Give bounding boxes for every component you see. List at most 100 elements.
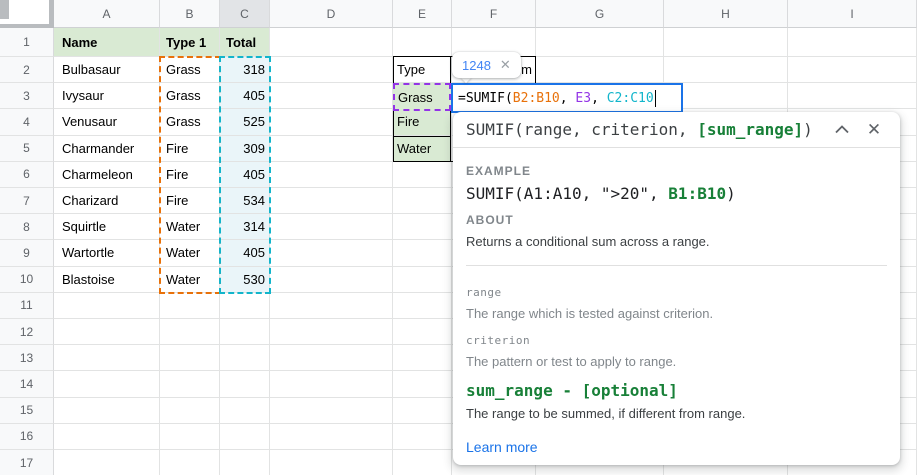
cell-D5[interactable] (270, 136, 393, 162)
row-header-17[interactable]: 17 (0, 450, 54, 475)
dismiss-icon[interactable]: ✕ (500, 57, 511, 73)
cell-C15[interactable] (220, 398, 270, 424)
row-header-3[interactable]: 3 (0, 83, 54, 109)
row-header-5[interactable]: 5 (0, 136, 54, 162)
cell-E14[interactable] (393, 371, 452, 397)
row-header-16[interactable]: 16 (0, 424, 54, 450)
cell-C6[interactable]: 405 (220, 162, 270, 188)
cell-A8[interactable]: Squirtle (54, 214, 160, 240)
cell-E9[interactable] (393, 240, 452, 266)
cell-I3[interactable] (788, 83, 917, 109)
cell-B5[interactable]: Fire (160, 136, 220, 162)
row-header-15[interactable]: 15 (0, 398, 54, 424)
cell-C4[interactable]: 525 (220, 109, 270, 135)
cell-D15[interactable] (270, 398, 393, 424)
cell-B7[interactable]: Fire (160, 188, 220, 214)
row-header-14[interactable]: 14 (0, 371, 54, 397)
cell-D3[interactable] (270, 83, 393, 109)
cell-A4[interactable]: Venusaur (54, 109, 160, 135)
cell-C2[interactable]: 318 (220, 57, 270, 83)
cell-E17[interactable] (393, 450, 452, 475)
cell-E2[interactable]: Type (393, 57, 452, 83)
cell-G1[interactable] (536, 28, 664, 57)
row-header-13[interactable]: 13 (0, 345, 54, 371)
cell-E16[interactable] (393, 424, 452, 450)
cell-B2[interactable]: Grass (160, 57, 220, 83)
cell-D4[interactable] (270, 109, 393, 135)
cell-A12[interactable] (54, 319, 160, 345)
cell-A1[interactable]: Name (54, 28, 160, 57)
cell-D7[interactable] (270, 188, 393, 214)
cell-E12[interactable] (393, 319, 452, 345)
cell-D11[interactable] (270, 293, 393, 319)
cell-C10[interactable]: 530 (220, 267, 270, 293)
row-header-8[interactable]: 8 (0, 214, 54, 240)
row-header-11[interactable]: 11 (0, 293, 54, 319)
cell-A15[interactable] (54, 398, 160, 424)
column-header-D[interactable]: D (270, 0, 393, 28)
cell-E4[interactable]: Fire (393, 109, 452, 135)
column-header-B[interactable]: B (160, 0, 220, 28)
cell-B17[interactable] (160, 450, 220, 475)
cell-A7[interactable]: Charizard (54, 188, 160, 214)
cell-D1[interactable] (270, 28, 393, 57)
cell-B6[interactable]: Fire (160, 162, 220, 188)
row-header-6[interactable]: 6 (0, 162, 54, 188)
criterion-cell-E3[interactable]: Grass (393, 83, 451, 111)
cell-A3[interactable]: Ivysaur (54, 83, 160, 109)
cell-A6[interactable]: Charmeleon (54, 162, 160, 188)
cell-G2[interactable] (536, 57, 664, 83)
cell-I1[interactable] (788, 28, 917, 57)
cell-H1[interactable] (664, 28, 788, 57)
cell-H2[interactable] (664, 57, 788, 83)
cell-B8[interactable]: Water (160, 214, 220, 240)
cell-B14[interactable] (160, 371, 220, 397)
learn-more-link[interactable]: Learn more (466, 439, 538, 455)
cell-D14[interactable] (270, 371, 393, 397)
cell-B1[interactable]: Type 1 (160, 28, 220, 57)
cell-D10[interactable] (270, 267, 393, 293)
column-header-C[interactable]: C (220, 0, 270, 28)
cell-C5[interactable]: 309 (220, 136, 270, 162)
cell-E11[interactable] (393, 293, 452, 319)
cell-C11[interactable] (220, 293, 270, 319)
cell-B11[interactable] (160, 293, 220, 319)
cell-A11[interactable] (54, 293, 160, 319)
cell-A14[interactable] (54, 371, 160, 397)
cell-B16[interactable] (160, 424, 220, 450)
row-header-10[interactable]: 10 (0, 267, 54, 293)
cell-D6[interactable] (270, 162, 393, 188)
row-header-9[interactable]: 9 (0, 240, 54, 266)
cell-C3[interactable]: 405 (220, 83, 270, 109)
column-header-E[interactable]: E (393, 0, 452, 28)
cell-E15[interactable] (393, 398, 452, 424)
cell-C17[interactable] (220, 450, 270, 475)
close-icon[interactable]: ✕ (862, 118, 886, 142)
row-header-4[interactable]: 4 (0, 109, 54, 135)
row-header-7[interactable]: 7 (0, 188, 54, 214)
cell-C9[interactable]: 405 (220, 240, 270, 266)
cell-D16[interactable] (270, 424, 393, 450)
column-header-A[interactable]: A (54, 0, 160, 28)
cell-A2[interactable]: Bulbasaur (54, 57, 160, 83)
cell-D8[interactable] (270, 214, 393, 240)
cell-C16[interactable] (220, 424, 270, 450)
cell-C1[interactable]: Total (220, 28, 270, 57)
cell-I2[interactable] (788, 57, 917, 83)
cell-A10[interactable]: Blastoise (54, 267, 160, 293)
column-header-G[interactable]: G (536, 0, 664, 28)
row-header-1[interactable]: 1 (0, 28, 54, 57)
column-header-H[interactable]: H (664, 0, 788, 28)
cell-E8[interactable] (393, 214, 452, 240)
cell-D2[interactable] (270, 57, 393, 83)
collapse-icon[interactable] (830, 118, 854, 142)
cell-A13[interactable] (54, 345, 160, 371)
cell-A5[interactable]: Charmander (54, 136, 160, 162)
row-header-2[interactable]: 2 (0, 57, 54, 83)
cell-C12[interactable] (220, 319, 270, 345)
column-header-I[interactable]: I (788, 0, 917, 28)
cell-E1[interactable] (393, 28, 452, 57)
cell-C8[interactable]: 314 (220, 214, 270, 240)
column-header-F[interactable]: F (452, 0, 536, 28)
cell-B12[interactable] (160, 319, 220, 345)
